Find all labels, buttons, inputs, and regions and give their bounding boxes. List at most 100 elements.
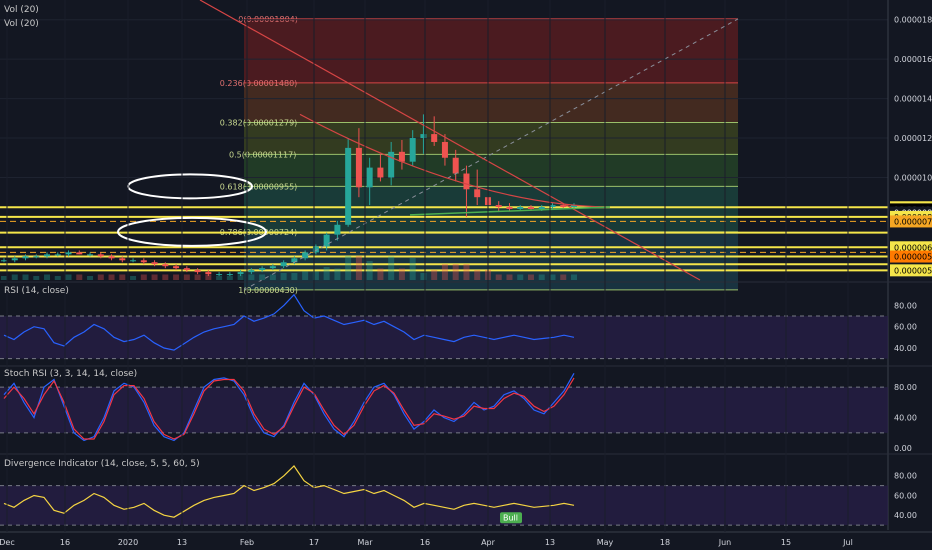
candle-body-49[interactable]	[527, 207, 534, 210]
candle-body-33[interactable]	[355, 147, 362, 188]
candle-body-11[interactable]	[119, 258, 126, 261]
price-tick-2: 0.00001400	[894, 95, 932, 104]
volume-bar-48	[517, 274, 524, 280]
date-tick-5: 17	[309, 538, 319, 547]
volume-bar-3	[33, 276, 40, 280]
volume-bar-15	[162, 274, 169, 280]
candle-body-46[interactable]	[495, 205, 502, 208]
candle-body-21[interactable]	[226, 274, 233, 276]
candle-body-15[interactable]	[162, 264, 169, 267]
pane-band-1	[0, 387, 888, 433]
volume-bar-50	[538, 274, 545, 280]
date-tick-13: 15	[781, 538, 791, 547]
volume-bar-23	[248, 274, 255, 280]
fib-band-1	[244, 82, 738, 123]
candle-body-25[interactable]	[269, 266, 276, 269]
candle-body-26[interactable]	[280, 262, 287, 267]
date-tick-7: 16	[420, 538, 430, 547]
fib-label-4: 0.618(0.00000955)	[220, 182, 297, 191]
volume-bar-39	[420, 273, 427, 280]
date-tick-1: 16	[60, 538, 70, 547]
volume-bar-31	[334, 268, 341, 280]
candle-body-35[interactable]	[377, 167, 384, 178]
volume-bar-33	[355, 256, 362, 280]
volume-bar-11	[119, 274, 126, 280]
candle-body-34[interactable]	[366, 167, 373, 188]
candle-body-9[interactable]	[97, 254, 104, 257]
fib-band-4	[244, 186, 738, 232]
candle-body-31[interactable]	[334, 224, 341, 235]
candle-body-2[interactable]	[22, 256, 29, 259]
candle-body-22[interactable]	[237, 272, 244, 275]
volume-bar-37	[398, 268, 405, 280]
candle-body-42[interactable]	[452, 157, 459, 174]
rsi-title: RSI (14, close)	[4, 286, 69, 296]
date-tick-2: 2020	[118, 538, 138, 547]
volume-bar-25	[269, 274, 276, 280]
candle-body-19[interactable]	[205, 272, 212, 275]
volume-bar-19	[205, 274, 212, 280]
indicator-panes[interactable]: 80.00 60.00 40.00 80.00 40.00 0.00 80.00 60.00 4…	[0, 281, 932, 526]
candle-body-39[interactable]	[420, 134, 427, 139]
candle-body-23[interactable]	[248, 270, 255, 273]
candle-body-44[interactable]	[474, 189, 481, 198]
candle-body-3[interactable]	[33, 256, 40, 258]
candle-body-52[interactable]	[560, 205, 567, 208]
candle-body-17[interactable]	[183, 268, 190, 271]
candle-body-48[interactable]	[517, 207, 524, 210]
volume-bar-9	[97, 274, 104, 280]
candle-body-14[interactable]	[151, 262, 158, 265]
candle-body-8[interactable]	[87, 254, 94, 256]
candle-body-32[interactable]	[345, 147, 352, 225]
candle-body-40[interactable]	[431, 134, 438, 142]
volume-bar-22	[237, 274, 244, 280]
price-badge-6: 0.00000599	[894, 253, 932, 262]
candle-body-47[interactable]	[506, 207, 513, 210]
pane-band-0	[0, 316, 888, 359]
candle-body-10[interactable]	[108, 256, 115, 259]
candle-body-41[interactable]	[441, 141, 448, 158]
volume-bar-49	[527, 274, 534, 280]
candle-body-50[interactable]	[538, 207, 545, 210]
candle-body-13[interactable]	[140, 260, 147, 263]
volume-bar-43	[463, 264, 470, 280]
candle-body-20[interactable]	[216, 274, 223, 276]
volume-bar-12	[130, 276, 137, 280]
candle-body-0[interactable]	[1, 260, 7, 262]
date-tick-6: Mar	[357, 538, 373, 547]
fib-label-1: 0.236(0.00001480)	[220, 79, 297, 88]
fib-label-2: 0.382(0.00001279)	[220, 118, 297, 127]
volume-bar-27	[291, 273, 298, 280]
volume-bar-18	[194, 274, 201, 280]
volume-bar-6	[65, 274, 72, 280]
volume-bar-14	[151, 274, 158, 280]
pane-0-tick-0: 80.00	[894, 301, 917, 310]
candle-body-18[interactable]	[194, 270, 201, 273]
fib-band-3	[244, 154, 738, 187]
candle-body-7[interactable]	[76, 252, 83, 255]
volume-bar-44	[474, 270, 481, 280]
candle-body-43[interactable]	[463, 173, 470, 190]
candle-body-4[interactable]	[44, 254, 51, 257]
divergence-title: Divergence Indicator (14, close, 5, 5, 6…	[4, 459, 200, 469]
candle-body-24[interactable]	[259, 268, 266, 271]
candle-body-37[interactable]	[398, 151, 405, 162]
price-tick-1: 0.00001600	[894, 55, 932, 64]
fib-label-3: 0.5(0.00001117)	[229, 150, 296, 159]
candle-body-38[interactable]	[409, 138, 416, 162]
volume-bar-46	[495, 274, 502, 280]
pane-0-tick-1: 60.00	[894, 323, 917, 332]
volume-bar-47	[506, 274, 513, 280]
date-tick-11: 18	[660, 538, 670, 547]
candle-body-12[interactable]	[130, 260, 137, 262]
chart-canvas[interactable]: 0(0.00001804)0.236(0.00001480)0.382(0.00…	[0, 0, 932, 550]
candle-body-1[interactable]	[11, 258, 18, 261]
candle-body-36[interactable]	[388, 151, 395, 178]
volume-bar-53	[571, 274, 577, 280]
candle-body-30[interactable]	[323, 234, 330, 247]
volume-bar-13	[140, 274, 147, 280]
candle-body-16[interactable]	[173, 266, 180, 269]
volume-bar-17	[183, 274, 190, 280]
candle-body-5[interactable]	[54, 254, 61, 256]
candle-body-6[interactable]	[65, 252, 72, 255]
